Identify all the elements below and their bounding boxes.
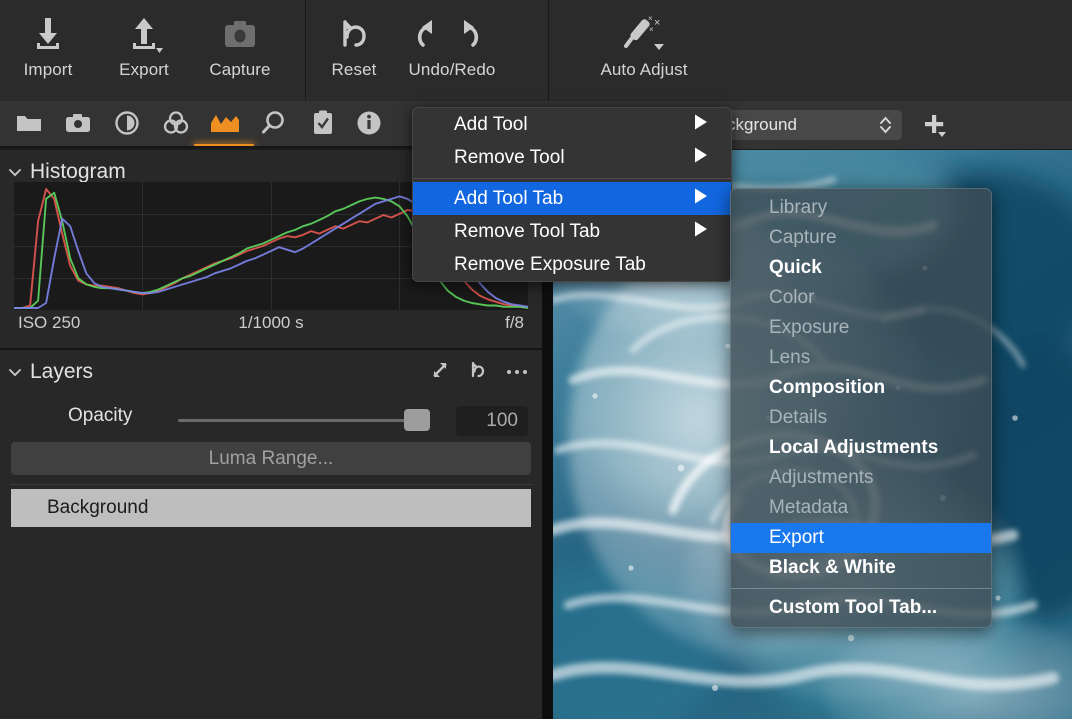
svg-text:×: ×: [649, 25, 654, 34]
submenu-item-metadata[interactable]: Metadata: [731, 493, 991, 523]
sidebar-item-library[interactable]: [12, 109, 46, 141]
capture-label: Capture: [209, 60, 271, 79]
toolbar-divider-2: [548, 0, 549, 101]
sidebar-item-adjustments[interactable]: [306, 109, 340, 141]
stepper-icon[interactable]: [868, 114, 892, 136]
reset-icon[interactable]: [468, 360, 488, 385]
luma-range-button[interactable]: Luma Range...: [11, 442, 531, 475]
undo-redo-label: Undo/Redo: [408, 60, 496, 79]
opacity-label: Opacity: [68, 405, 133, 426]
folder-icon: [15, 111, 43, 140]
sidebar-item-color[interactable]: [159, 109, 193, 141]
svg-text:×: ×: [654, 17, 660, 29]
undo-redo-button[interactable]: Undo/Redo: [380, 10, 524, 80]
export-button[interactable]: Export: [96, 10, 192, 80]
camera-icon: [64, 111, 92, 140]
submenu-item-library[interactable]: Library: [731, 193, 991, 223]
color-rings-icon: [161, 110, 191, 141]
chevron-down-icon[interactable]: [0, 164, 30, 180]
submenu-divider: [731, 588, 991, 589]
chevron-right-icon: [693, 113, 708, 136]
menu-item-add-tool-tab[interactable]: Add Tool Tab: [413, 182, 731, 215]
menu-item-label: Remove Exposure Tab: [454, 253, 646, 275]
opacity-slider-knob[interactable]: [404, 409, 430, 431]
opacity-slider-track[interactable]: [178, 419, 426, 422]
submenu-item-details[interactable]: Details: [731, 403, 991, 433]
capture-button[interactable]: Capture: [192, 10, 288, 80]
menu-item-label: Remove Tool: [454, 146, 565, 168]
auto-adjust-label: Auto Adjust: [600, 60, 688, 79]
menu-item-label: Add Tool: [454, 113, 528, 135]
import-button[interactable]: Import: [0, 10, 96, 80]
menu-item-add-tool[interactable]: Add Tool: [413, 108, 731, 141]
menu-item-remove-tool-tab[interactable]: Remove Tool Tab: [413, 215, 731, 248]
clipboard-check-icon: [311, 110, 335, 141]
sidebar-item-metadata[interactable]: [352, 109, 386, 141]
add-layer-button[interactable]: [922, 113, 950, 144]
aperture-value: f/8: [505, 313, 524, 332]
export-label: Export: [119, 60, 169, 79]
sidebar-item-details[interactable]: [257, 109, 291, 141]
auto-adjust-button[interactable]: × × × Auto Adjust: [572, 10, 716, 80]
expand-icon[interactable]: [430, 360, 450, 385]
submenu-item-exposure[interactable]: Exposure: [731, 313, 991, 343]
submenu-item-quick[interactable]: Quick: [731, 253, 991, 283]
capture-one-window: Import Export Capture Reset Undo/Redo × …: [0, 0, 1072, 719]
opacity-row: Opacity 100: [0, 398, 542, 436]
submenu-item-black-and-white[interactable]: Black & White: [731, 553, 991, 583]
undo-redo-icon: [404, 10, 500, 58]
chevron-right-icon: [693, 187, 708, 210]
lens-icon: [113, 110, 141, 141]
submenu-item-custom-tool-tab[interactable]: Custom Tool Tab...: [731, 593, 991, 623]
menu-item-remove-tool[interactable]: Remove Tool: [413, 141, 731, 174]
reset-label: Reset: [331, 60, 377, 79]
layer-select-dropdown[interactable]: ckground: [716, 110, 902, 140]
add-tool-tab-submenu[interactable]: Library Capture Quick Color Exposure Len…: [730, 188, 992, 628]
main-toolbar: Import Export Capture Reset Undo/Redo × …: [0, 0, 1072, 102]
svg-text:×: ×: [648, 14, 653, 23]
opacity-value-field[interactable]: 100: [456, 406, 528, 436]
submenu-item-composition[interactable]: Composition: [731, 373, 991, 403]
menu-divider: [413, 178, 731, 179]
reset-icon: [332, 10, 376, 58]
iso-value: ISO 250: [18, 313, 81, 332]
magnifier-icon: [260, 110, 288, 141]
chevron-right-icon: [693, 220, 708, 243]
menu-item-label: Remove Tool Tab: [454, 220, 601, 242]
submenu-item-export[interactable]: Export: [731, 523, 991, 553]
sidebar-item-capture[interactable]: [61, 109, 95, 141]
exif-readout: ISO 250 1/1000 s f/8: [14, 313, 528, 343]
sidebar-item-exposure[interactable]: [208, 109, 242, 141]
shutter-value: 1/1000 s: [238, 313, 304, 332]
magic-wand-icon: × × ×: [604, 10, 684, 58]
list-item[interactable]: Background: [11, 489, 531, 527]
histogram-icon: [209, 111, 241, 140]
layers-divider: [10, 484, 532, 485]
context-menu[interactable]: Add Tool Remove Tool Add Tool Tab Remove…: [412, 107, 732, 282]
histogram-title: Histogram: [30, 160, 126, 183]
more-options-icon[interactable]: [506, 363, 528, 381]
menu-item-remove-exposure-tab[interactable]: Remove Exposure Tab: [413, 248, 731, 281]
export-icon: [122, 10, 166, 58]
submenu-item-adjustments[interactable]: Adjustments: [731, 463, 991, 493]
submenu-item-local-adjustments[interactable]: Local Adjustments: [731, 433, 991, 463]
chevron-down-icon[interactable]: [0, 364, 30, 380]
info-icon: [355, 109, 383, 142]
layers-section: Layers Opacity 100 Luma Range... Backgro…: [0, 350, 542, 527]
chevron-right-icon: [693, 146, 708, 169]
submenu-item-lens[interactable]: Lens: [731, 343, 991, 373]
layers-header-tools: [430, 350, 528, 394]
layers-header[interactable]: Layers: [0, 350, 542, 394]
submenu-item-color[interactable]: Color: [731, 283, 991, 313]
menu-item-label: Add Tool Tab: [454, 187, 564, 209]
submenu-item-capture[interactable]: Capture: [731, 223, 991, 253]
sidebar-item-lens[interactable]: [110, 109, 144, 141]
camera-icon: [218, 10, 262, 58]
import-icon: [26, 10, 70, 58]
import-label: Import: [23, 60, 73, 79]
layers-title: Layers: [30, 360, 94, 383]
